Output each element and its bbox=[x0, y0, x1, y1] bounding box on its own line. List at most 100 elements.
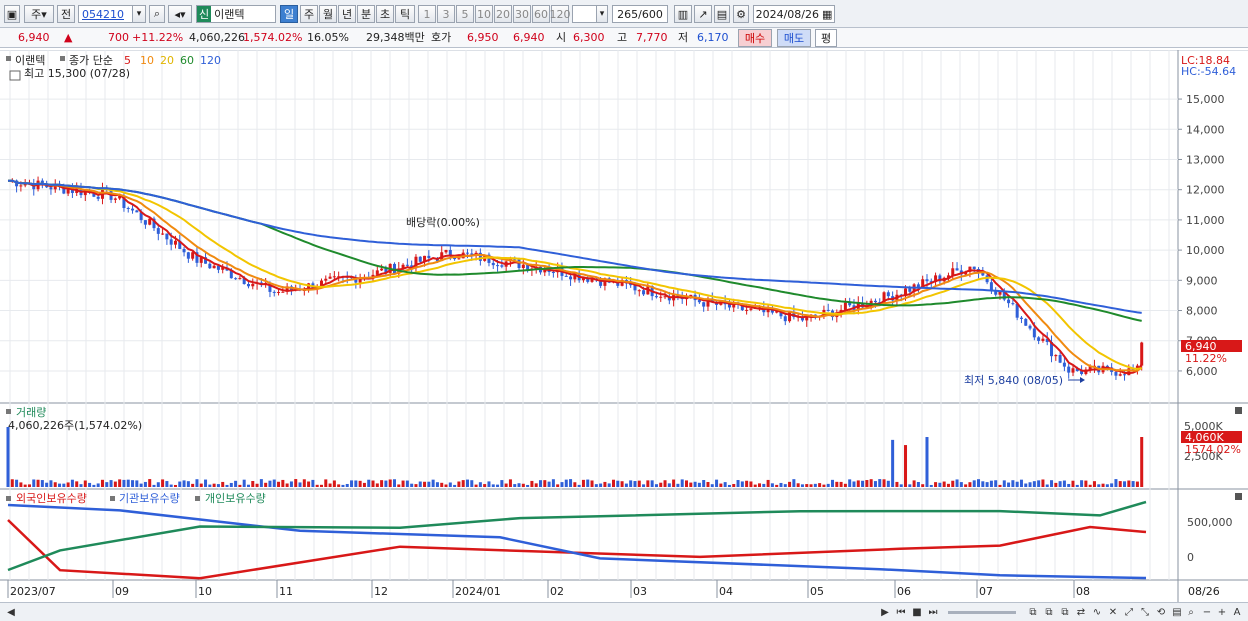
volume-bar bbox=[36, 479, 40, 487]
period-minute-button[interactable]: 분 bbox=[357, 5, 375, 23]
candle-body bbox=[1071, 368, 1075, 373]
tool-icon-4[interactable]: ⇄ bbox=[1074, 605, 1088, 619]
candle-body bbox=[491, 262, 495, 266]
stock-chart[interactable]: 15,000 14,000 13,000 12,000 11,000 10,000 9,00… bbox=[0, 50, 1248, 602]
period-month-button[interactable]: 월 bbox=[319, 5, 337, 23]
last-page-icon[interactable]: ⏭ bbox=[926, 605, 940, 619]
ma-handle-icon[interactable] bbox=[60, 56, 65, 61]
code-dropdown-icon[interactable]: ▾ bbox=[132, 5, 146, 23]
eval-button[interactable]: 평 bbox=[815, 29, 837, 47]
scroll-right-icon[interactable]: ▶ bbox=[878, 605, 892, 619]
pct-tag: 11.22% bbox=[1185, 352, 1227, 365]
volume-bar bbox=[972, 480, 976, 487]
candle-body bbox=[642, 290, 646, 295]
period-day-button[interactable]: 일 bbox=[280, 5, 298, 23]
minute-60-button[interactable]: 60 bbox=[532, 5, 550, 23]
volume-bar bbox=[513, 484, 517, 487]
minute-30-button[interactable]: 30 bbox=[513, 5, 531, 23]
tool-icon-7[interactable]: ⤢ bbox=[1122, 605, 1136, 619]
window-menu-icon[interactable]: ▣ bbox=[4, 5, 20, 23]
minute-5-button[interactable]: 5 bbox=[456, 5, 474, 23]
interval-dropdown-icon[interactable]: ▾ bbox=[596, 5, 608, 23]
tool-icon-6[interactable]: ✕ bbox=[1106, 605, 1120, 619]
volume-bar bbox=[113, 481, 117, 487]
stock-name-field[interactable]: 신 이랜텍 bbox=[196, 5, 276, 23]
volume-bar bbox=[818, 483, 822, 487]
volume-bar bbox=[543, 480, 547, 487]
volume-panel-close-icon[interactable] bbox=[1235, 407, 1242, 414]
volume-bar bbox=[470, 480, 474, 487]
tool-icon-3[interactable]: ⧉ bbox=[1058, 605, 1072, 619]
candle-body bbox=[749, 308, 753, 310]
volume-bar bbox=[805, 484, 809, 487]
zoom-in-icon[interactable]: + bbox=[1215, 605, 1229, 619]
volume-bar bbox=[594, 484, 598, 487]
minute-120-button[interactable]: 120 bbox=[550, 5, 571, 23]
candle-type-icon[interactable]: ▥ bbox=[674, 5, 692, 23]
candle-body bbox=[1037, 337, 1041, 341]
candle-body bbox=[165, 233, 169, 240]
candle-body bbox=[126, 208, 130, 210]
candle-body bbox=[427, 255, 431, 259]
period-week-button[interactable]: 주 bbox=[300, 5, 318, 23]
volume-panel-handle-icon[interactable] bbox=[6, 409, 11, 414]
speaker-icon[interactable]: ◂▾ bbox=[168, 5, 192, 23]
date-field[interactable]: 2024/08/26 ▦ bbox=[753, 5, 835, 23]
candle-body bbox=[551, 272, 555, 274]
minute-3-button[interactable]: 3 bbox=[437, 5, 455, 23]
tool-icon-5[interactable]: ∿ bbox=[1090, 605, 1104, 619]
settings-gear-icon[interactable]: ⚙ bbox=[733, 5, 749, 23]
calendar-icon[interactable]: ▦ bbox=[822, 8, 832, 21]
volume-bar bbox=[852, 481, 856, 487]
indicator-icon[interactable]: ↗ bbox=[694, 5, 712, 23]
save-icon[interactable]: ▤ bbox=[714, 5, 730, 23]
period-second-button[interactable]: 초 bbox=[376, 5, 394, 23]
price-panel-handle-icon[interactable] bbox=[6, 56, 11, 61]
tool-icon-10[interactable]: ▤ bbox=[1170, 605, 1184, 619]
minute-20-button[interactable]: 20 bbox=[494, 5, 512, 23]
volume-bar bbox=[1002, 480, 1006, 487]
search-icon[interactable]: ⌕ bbox=[149, 5, 165, 23]
holding-inst-handle-icon[interactable] bbox=[110, 496, 115, 501]
volume-bar bbox=[865, 480, 869, 487]
count-field[interactable]: 265/600 bbox=[612, 5, 668, 23]
hc-label: HC:-54.64 bbox=[1181, 65, 1236, 78]
period-tick-button[interactable]: 틱 bbox=[395, 5, 415, 23]
tool-icon-2[interactable]: ⧉ bbox=[1042, 605, 1056, 619]
volume-bar bbox=[968, 482, 972, 487]
buy-button[interactable]: 매수 bbox=[738, 29, 772, 47]
sell-button[interactable]: 매도 bbox=[777, 29, 811, 47]
tool-icon-8[interactable]: ⤡ bbox=[1138, 605, 1152, 619]
zoom-search-icon[interactable]: ⌕ bbox=[1184, 605, 1198, 619]
zoom-out-icon[interactable]: − bbox=[1200, 605, 1214, 619]
volume-bar bbox=[895, 481, 899, 487]
volume-bar bbox=[620, 481, 624, 487]
holding-indiv-handle-icon[interactable] bbox=[195, 496, 200, 501]
candle-body bbox=[156, 228, 160, 234]
holding-panel-close-icon[interactable] bbox=[1235, 493, 1242, 500]
scroll-left-icon[interactable]: ◀ bbox=[4, 605, 18, 619]
prev-button[interactable]: 전 bbox=[57, 5, 75, 23]
volume-bar bbox=[899, 484, 903, 487]
holding-panel-handle-icon[interactable] bbox=[6, 496, 11, 501]
x-axis-label: 11 bbox=[279, 585, 293, 598]
font-size-icon[interactable]: A bbox=[1230, 605, 1244, 619]
volume-bar bbox=[1118, 481, 1122, 487]
minute-10-button[interactable]: 10 bbox=[475, 5, 493, 23]
volume-bar bbox=[58, 483, 62, 487]
x-axis-label: 10 bbox=[198, 585, 212, 598]
candle-body bbox=[328, 276, 332, 279]
tool-icon-1[interactable]: ⧉ bbox=[1026, 605, 1040, 619]
volume-bar bbox=[457, 481, 461, 487]
zoom-slider[interactable] bbox=[948, 611, 1016, 614]
volume-bar bbox=[835, 481, 839, 487]
stop-icon[interactable]: ■ bbox=[910, 605, 924, 619]
volume-bar bbox=[302, 479, 306, 487]
period-year-button[interactable]: 년 bbox=[338, 5, 356, 23]
minute-1-button[interactable]: 1 bbox=[418, 5, 436, 23]
tool-icon-9[interactable]: ⟲ bbox=[1154, 605, 1168, 619]
volume-bar bbox=[251, 480, 255, 487]
first-page-icon[interactable]: ⏮ bbox=[894, 605, 908, 619]
market-select[interactable]: 주 ▾ bbox=[24, 5, 54, 23]
volume-bar bbox=[281, 479, 285, 487]
